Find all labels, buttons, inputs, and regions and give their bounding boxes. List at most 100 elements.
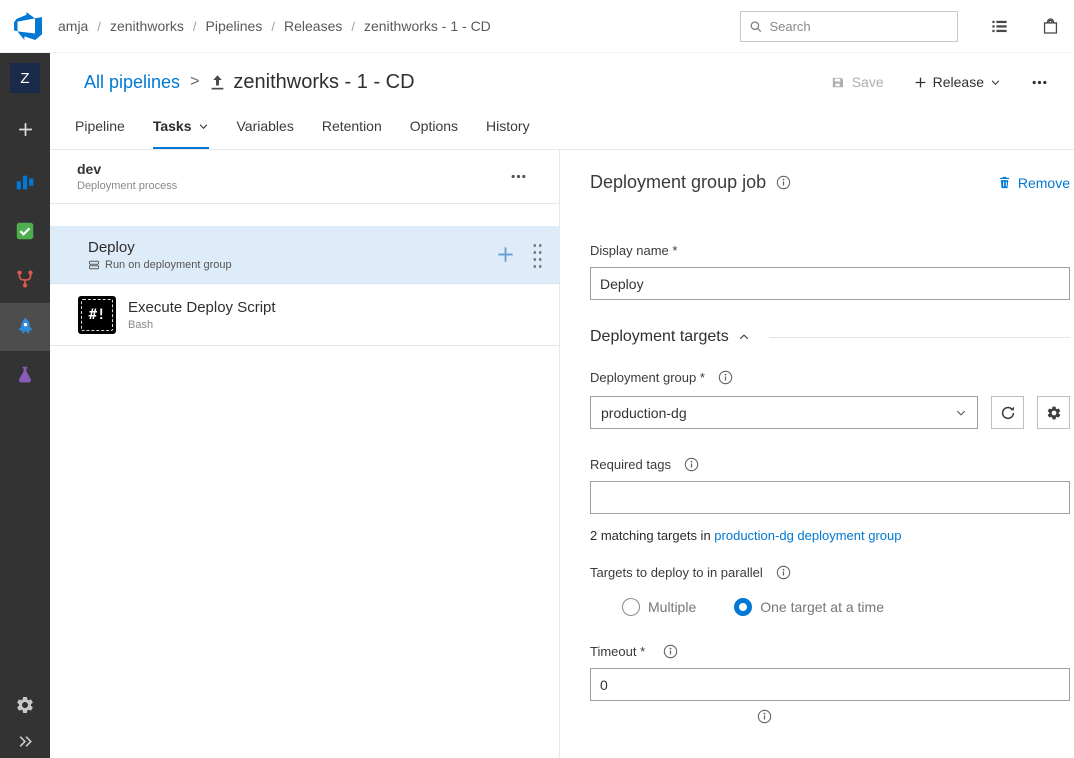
tab-label: Pipeline	[75, 118, 125, 134]
required-tags-label: Required tags	[590, 457, 1070, 472]
search-input[interactable]	[769, 19, 949, 34]
detail-title: Deployment group job	[590, 172, 766, 193]
release-pipeline-icon	[209, 74, 226, 91]
header-separator: >	[190, 73, 199, 91]
job-subtitle: Run on deployment group	[105, 259, 232, 271]
stage-more-button[interactable]	[510, 168, 527, 185]
radio-circle	[622, 598, 640, 616]
info-icon[interactable]	[684, 457, 699, 472]
sidebar-item-artifacts[interactable]	[0, 351, 50, 399]
more-actions-button[interactable]	[1031, 74, 1048, 91]
tab-tasks[interactable]: Tasks	[153, 105, 209, 149]
chevron-up-icon	[738, 331, 750, 343]
expand-rail-icon[interactable]	[17, 733, 34, 750]
release-button-label: Release	[933, 74, 984, 90]
display-name-label: Display name *	[590, 243, 1070, 258]
settings-gear-icon[interactable]	[15, 695, 35, 715]
task-item-execute-deploy-script[interactable]: #! Execute Deploy Script Bash	[50, 284, 559, 346]
page-title: zenithworks - 1 - CD	[233, 71, 414, 94]
chevron-down-icon	[990, 77, 1001, 88]
save-button[interactable]: Save	[830, 74, 884, 90]
breadcrumb-separator: /	[351, 19, 355, 34]
refresh-icon	[1000, 405, 1016, 421]
tab-variables[interactable]: Variables	[237, 105, 294, 149]
matching-targets-text: 2 matching targets in	[590, 528, 714, 543]
repos-branch-icon	[14, 268, 36, 290]
sidebar-item-repos[interactable]	[0, 255, 50, 303]
info-icon[interactable]	[757, 709, 772, 724]
chevron-down-icon	[198, 121, 209, 132]
remove-label: Remove	[1018, 175, 1070, 191]
tab-pipeline[interactable]: Pipeline	[75, 105, 125, 149]
job-item-deploy[interactable]: Deploy Run on deployment group	[50, 226, 559, 284]
marketplace-bag-icon[interactable]	[1041, 17, 1060, 36]
project-avatar[interactable]: Z	[10, 63, 40, 93]
parallel-targets-label: Targets to deploy to in parallel	[590, 565, 1070, 580]
stage-item-dev[interactable]: dev Deployment process	[50, 150, 559, 204]
required-tags-input[interactable]	[590, 481, 1070, 514]
sidebar-item-boards[interactable]	[0, 159, 50, 207]
plus-icon	[17, 121, 34, 138]
radio-option-multiple[interactable]: Multiple	[622, 598, 696, 616]
radio-label: Multiple	[648, 599, 696, 615]
rail-bottom-group	[0, 695, 50, 750]
info-icon[interactable]	[776, 175, 791, 190]
tab-label: Options	[410, 118, 458, 134]
bash-task-icon: #!	[78, 296, 116, 334]
pipelines-rocket-icon	[14, 316, 37, 339]
tab-retention[interactable]: Retention	[322, 105, 382, 149]
breadcrumb-item-pipelines[interactable]: Pipelines	[206, 18, 263, 34]
search-icon	[749, 19, 762, 34]
radio-circle-selected	[734, 598, 752, 616]
tab-label: Tasks	[153, 118, 192, 134]
radio-option-one-target[interactable]: One target at a time	[734, 598, 884, 616]
breadcrumb-separator: /	[271, 19, 275, 34]
breadcrumb: amja / zenithworks / Pipelines / Release…	[58, 18, 491, 34]
new-item-button[interactable]	[0, 109, 50, 149]
breadcrumb-separator: /	[193, 19, 197, 34]
breadcrumb-item-releases[interactable]: Releases	[284, 18, 342, 34]
remove-job-button[interactable]: Remove	[997, 175, 1070, 191]
tab-label: Retention	[322, 118, 382, 134]
info-icon[interactable]	[663, 644, 678, 659]
tab-history[interactable]: History	[486, 105, 530, 149]
radio-label: One target at a time	[760, 599, 884, 615]
add-task-button[interactable]	[496, 245, 515, 264]
info-icon[interactable]	[718, 370, 733, 385]
process-panel: dev Deployment process Deploy Run on dep…	[50, 150, 560, 758]
detail-header: Deployment group job Remove	[590, 172, 1070, 193]
refresh-button[interactable]	[991, 396, 1024, 429]
label-text: Deployment group *	[590, 370, 705, 385]
manage-gear-button[interactable]	[1037, 396, 1070, 429]
timeout-label: Timeout *	[590, 644, 1070, 659]
work-items-list-icon[interactable]	[990, 17, 1009, 36]
label-text: Display name *	[590, 243, 677, 258]
deployment-group-dropdown[interactable]: production-dg	[590, 396, 978, 429]
timeout-input[interactable]	[590, 668, 1070, 701]
azure-devops-logo[interactable]	[14, 12, 42, 40]
drag-handle[interactable]	[532, 241, 543, 268]
deployment-group-link[interactable]: production-dg deployment group	[714, 528, 901, 543]
deployment-targets-section-header[interactable]: Deployment targets	[590, 328, 1070, 346]
breadcrumb-item-current[interactable]: zenithworks - 1 - CD	[364, 18, 491, 34]
info-icon[interactable]	[776, 565, 791, 580]
breadcrumb-item-project[interactable]: zenithworks	[110, 18, 184, 34]
test-plans-icon	[14, 220, 36, 242]
pipeline-tabs: Pipeline Tasks Variables Retention Optio…	[50, 105, 1074, 149]
label-text: Required tags	[590, 457, 671, 472]
trash-icon	[997, 175, 1012, 190]
label-text: Targets to deploy to in parallel	[590, 565, 763, 580]
stage-subtitle: Deployment process	[77, 180, 177, 192]
create-release-button[interactable]: Release	[914, 74, 1001, 90]
tab-label: Variables	[237, 118, 294, 134]
save-button-label: Save	[852, 74, 884, 90]
all-pipelines-link[interactable]: All pipelines	[84, 72, 180, 93]
display-name-input[interactable]	[590, 267, 1070, 300]
task-subtitle: Bash	[128, 319, 276, 331]
task-title: Execute Deploy Script	[128, 299, 276, 316]
tab-options[interactable]: Options	[410, 105, 458, 149]
sidebar-item-pipelines[interactable]	[0, 303, 50, 351]
breadcrumb-item-org[interactable]: amja	[58, 18, 88, 34]
sidebar-item-test-plans[interactable]	[0, 207, 50, 255]
breadcrumb-separator: /	[97, 19, 101, 34]
